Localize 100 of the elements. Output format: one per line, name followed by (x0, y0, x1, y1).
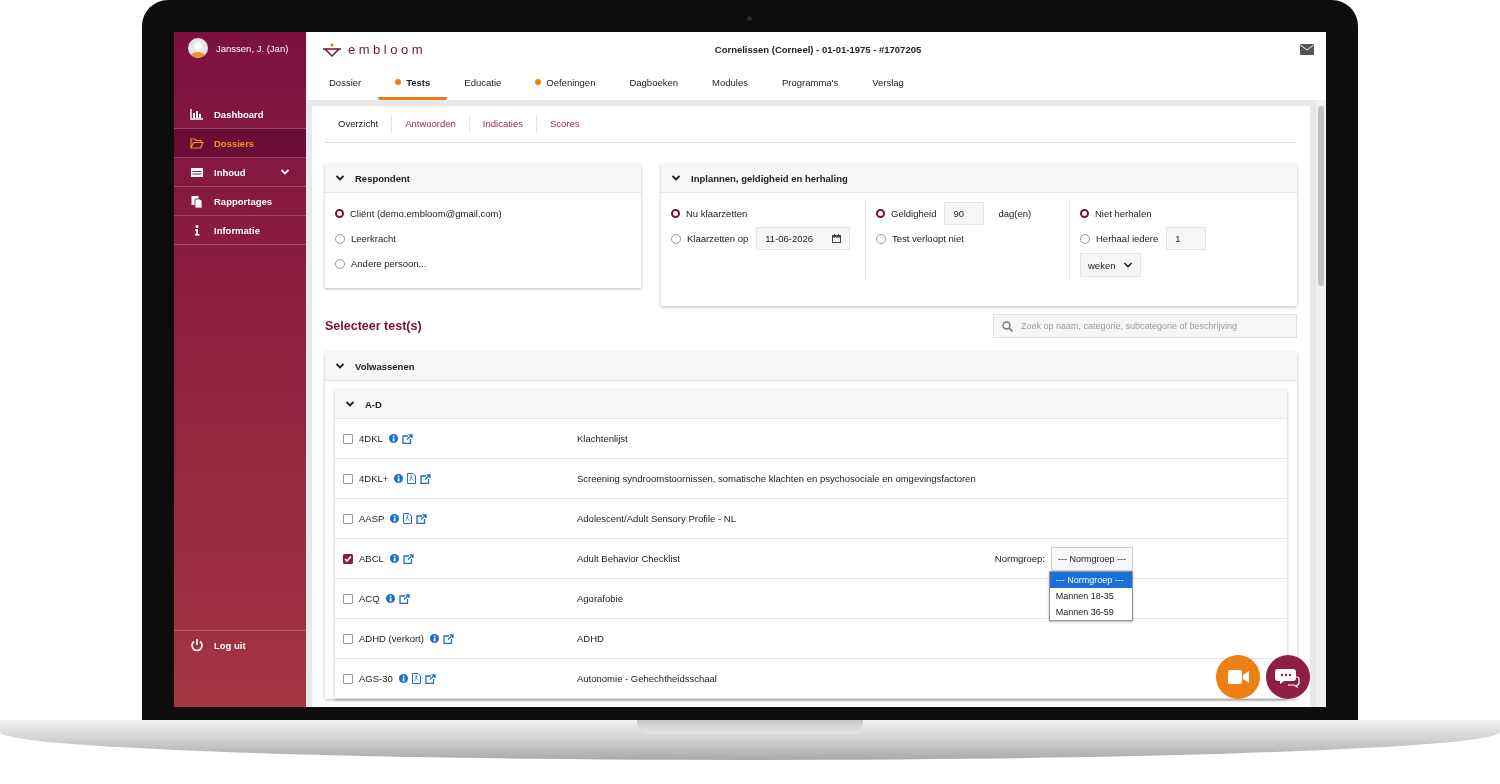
pdf-file-icon[interactable] (407, 473, 417, 484)
mail-icon[interactable] (1300, 44, 1314, 55)
test-description: Autonomie - Gehechtheidsschaal (577, 673, 717, 684)
dropdown-option[interactable]: --- Normgroep --- (1049, 571, 1132, 588)
info-icon[interactable] (385, 594, 395, 603)
section-title: Selecteer test(s) (325, 319, 422, 333)
chevron-down-icon[interactable] (671, 174, 681, 182)
option-label: Cliënt (demo.embloom@gmail.com) (350, 208, 502, 219)
option-label: Nu klaarzetten (686, 208, 748, 219)
radio-button[interactable] (671, 233, 681, 244)
pdf-file-icon[interactable] (411, 673, 421, 684)
power-icon (190, 638, 204, 652)
dropdown-option[interactable]: Mannen 18-35 (1049, 587, 1132, 604)
radio-button[interactable] (335, 209, 344, 218)
chevron-down-icon[interactable] (335, 362, 345, 370)
bar-chart-icon (190, 107, 204, 121)
copy-document-icon (190, 194, 204, 208)
panel-header[interactable]: Volwassenen (325, 352, 1297, 381)
logo[interactable]: embloom (322, 42, 426, 57)
test-code: 4DKL (359, 433, 383, 444)
checkbox[interactable] (343, 433, 353, 444)
info-icon[interactable] (398, 674, 408, 683)
avatar-icon[interactable] (188, 38, 208, 58)
external-link-icon[interactable] (401, 433, 413, 444)
panel-header[interactable]: A-D (335, 390, 1287, 419)
window-icon (190, 165, 204, 179)
video-camera-icon[interactable] (1216, 655, 1260, 699)
tab[interactable]: Dagboeken (612, 67, 696, 100)
radio-button[interactable] (876, 209, 885, 218)
radio-button[interactable] (1080, 209, 1089, 218)
input-field[interactable]: 90 (944, 202, 985, 225)
patient-title: Cornelissen (Corneel) - 01-01-1975 - #1707205 (714, 44, 922, 55)
test-description: Klachtenlijst (577, 433, 628, 444)
test-code: AGS-30 (359, 673, 393, 684)
external-link-icon[interactable] (398, 593, 410, 604)
sub-tab[interactable]: Overzicht (325, 116, 392, 132)
info-icon[interactable] (390, 514, 400, 523)
tab[interactable]: Oefeningen (518, 67, 613, 100)
checkbox[interactable] (343, 673, 353, 684)
option-label: Niet herhalen (1095, 208, 1152, 219)
test-code: AASP (359, 513, 385, 524)
chevron-down-icon[interactable] (335, 174, 345, 182)
radio-button[interactable] (876, 233, 886, 244)
test-description: Adolescent/Adult Sensory Profile - NL (577, 513, 736, 524)
external-link-icon[interactable] (420, 473, 432, 484)
test-description: Screening syndroomstoornissen, somatische klachten en psychosociale en omgevingsfactoren (577, 473, 976, 484)
checkbox[interactable] (343, 553, 353, 564)
chat-bubbles-icon[interactable] (1266, 655, 1310, 699)
dropdown-option[interactable]: Mannen 36-59 (1049, 603, 1132, 620)
test-description: ADHD (577, 633, 604, 644)
tab[interactable]: Verslag (855, 67, 921, 100)
flower-icon (322, 42, 342, 57)
test-description: Agorafobie (577, 593, 623, 604)
panel-header[interactable]: Inplannen, geldigheid en herhaling (661, 164, 1297, 193)
external-link-icon[interactable] (402, 553, 414, 564)
field-label: Normgroep: (994, 553, 1045, 564)
checkbox[interactable] (343, 513, 353, 524)
pdf-file-icon[interactable] (403, 513, 413, 524)
test-description: Adult Behavior Checklist (577, 553, 680, 564)
unit-dropdown[interactable]: weken (1080, 253, 1142, 277)
radio-button[interactable] (335, 233, 345, 244)
chevron-down-icon[interactable] (345, 400, 355, 408)
option-label: Leerkracht (351, 233, 396, 244)
sub-tab[interactable]: Scores (535, 116, 593, 132)
sub-tab[interactable]: Indicaties (468, 116, 536, 132)
calendar-icon (832, 234, 842, 243)
tab[interactable]: Dossier (312, 67, 379, 100)
radio-button[interactable] (671, 209, 680, 218)
info-icon[interactable] (429, 634, 439, 643)
checkbox[interactable] (343, 633, 353, 644)
tab[interactable]: Educatie (447, 67, 519, 100)
option-label: Klaarzetten op (687, 233, 749, 244)
search-field[interactable]: Zoek op naam, categorie, subcategorie of beschrijving (993, 314, 1297, 338)
test-code: ABCL (359, 553, 384, 564)
external-link-icon[interactable] (416, 513, 428, 524)
checkbox[interactable] (343, 593, 353, 604)
external-link-icon[interactable] (424, 673, 436, 684)
test-code: 4DKL+ (359, 473, 389, 484)
info-icon[interactable] (388, 434, 398, 443)
checkbox[interactable] (343, 473, 353, 484)
search-icon (1002, 321, 1013, 332)
option-label: Test verloopt niet (892, 233, 964, 244)
panel-header[interactable]: Respondent (325, 164, 641, 193)
folder-icon (190, 136, 204, 150)
norm-group-dropdown[interactable]: --- Normgroep --- (1051, 546, 1133, 571)
nav-item[interactable]: Dossiers (174, 129, 306, 158)
external-link-icon[interactable] (442, 633, 454, 644)
info-icon[interactable] (394, 474, 404, 483)
info-icon[interactable] (389, 554, 399, 563)
input-field[interactable]: 11-06-2026 (756, 227, 851, 250)
tab[interactable]: Programma's (764, 67, 856, 100)
tab[interactable]: Modules (695, 67, 765, 100)
scrollbar-thumb[interactable] (1318, 106, 1324, 286)
user-name: Janssen, J. (Jan) (216, 43, 289, 54)
test-code: ADHD (verkort) (359, 633, 424, 644)
radio-button[interactable] (1080, 233, 1090, 244)
radio-button[interactable] (335, 258, 345, 269)
option-label: Herhaal iedere (1096, 233, 1159, 244)
input-field[interactable]: 1 (1166, 227, 1207, 250)
sub-tab[interactable]: Antwoorden (391, 116, 469, 132)
